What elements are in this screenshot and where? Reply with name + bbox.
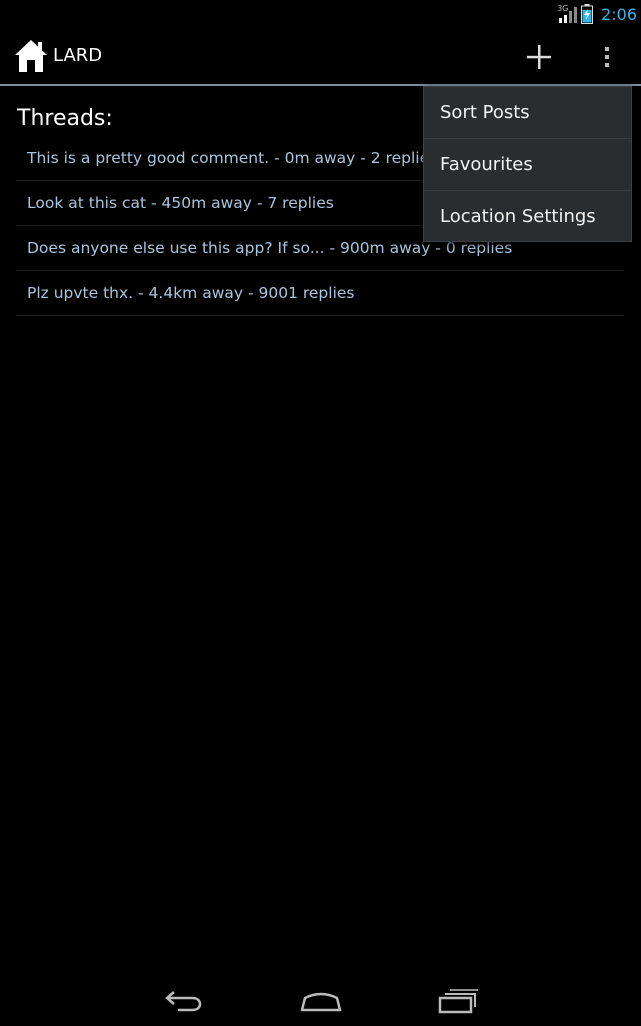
recent-apps-button[interactable] <box>437 986 479 1016</box>
back-icon <box>165 991 202 1012</box>
overflow-menu-button[interactable] <box>592 36 622 78</box>
app-title: LARD <box>53 45 103 66</box>
plus-icon <box>527 45 551 69</box>
navigation-bar <box>0 970 641 1026</box>
menu-item-favourites[interactable]: Favourites <box>424 139 631 191</box>
action-bar: LARD <box>0 28 641 84</box>
menu-item-location-settings[interactable]: Location Settings <box>424 191 631 243</box>
status-bar: 3G 2:06 <box>0 0 641 28</box>
thread-item[interactable]: Plz upvte thx. - 4.4km away - 9001 repli… <box>16 271 624 316</box>
home-nav-icon <box>300 992 342 1012</box>
overflow-menu-icon <box>605 47 609 67</box>
status-icons: 3G 2:06 <box>557 2 637 26</box>
home-nav-button[interactable] <box>299 988 343 1014</box>
threads-heading: Threads: <box>17 106 113 131</box>
signal-icon: 3G <box>557 4 578 24</box>
recent-apps-icon <box>438 989 478 1014</box>
screen: 3G 2:06 LARD Threads: This is a pretty g… <box>0 0 641 1026</box>
home-icon[interactable] <box>14 38 48 74</box>
battery-charging-icon <box>581 4 594 24</box>
back-button[interactable] <box>164 988 204 1014</box>
add-post-button[interactable] <box>516 36 562 78</box>
overflow-menu: Sort Posts Favourites Location Settings <box>423 86 632 242</box>
status-time: 2:06 <box>601 4 637 24</box>
menu-item-sort-posts[interactable]: Sort Posts <box>424 87 631 139</box>
